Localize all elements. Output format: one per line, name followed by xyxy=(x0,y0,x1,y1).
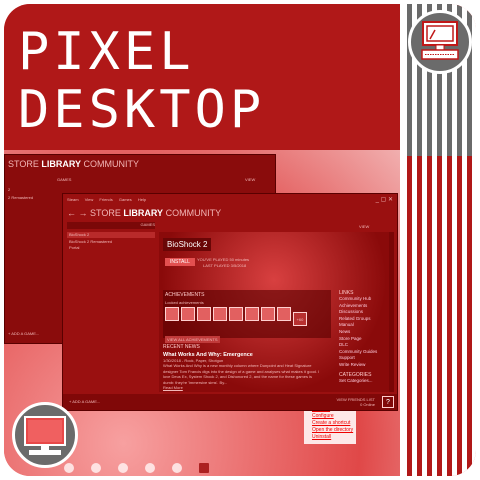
game-list-item[interactable]: BioShock 2 xyxy=(69,232,89,237)
view-label: VIEW xyxy=(245,177,256,182)
footer-bar: + ADD A GAME... VIEW FRIENDS LIST 0 Onli… xyxy=(63,394,397,410)
link-item[interactable]: Related Groups xyxy=(339,316,389,323)
view-all-achievements-button[interactable]: VIEW ALL ACHIEVEMENTS xyxy=(165,336,220,343)
main-nav: ← → STORE LIBRARY COMMUNITY xyxy=(67,208,221,218)
nav-library[interactable]: LIBRARY xyxy=(123,208,163,218)
link-item[interactable]: Discussions xyxy=(339,309,389,316)
link-item[interactable]: Community Hub xyxy=(339,296,389,303)
achievement-icon[interactable] xyxy=(165,307,179,321)
steam-window: Steam View Friends Games Help _ ▢ ✕ ← → … xyxy=(62,193,398,411)
menu-view[interactable]: View xyxy=(85,197,94,202)
achievement-icon[interactable] xyxy=(197,307,211,321)
office-icon[interactable] xyxy=(199,463,209,473)
title-line-2: DESKTOP xyxy=(18,80,266,140)
game-list-item[interactable]: BioShock 2 Remastered xyxy=(69,239,112,244)
install-button[interactable]: INSTALL xyxy=(165,258,195,266)
set-categories-link[interactable]: Set Categories... xyxy=(339,378,389,385)
game-list-item[interactable]: Portal xyxy=(69,245,79,250)
monitor-icon xyxy=(12,402,78,468)
games-filter[interactable]: GAMES xyxy=(141,222,155,227)
achievement-icon[interactable] xyxy=(245,307,259,321)
news-heading: RECENT NEWS xyxy=(163,344,200,350)
window-controls[interactable]: _ ▢ ✕ xyxy=(376,196,393,203)
nav-library[interactable]: LIBRARY xyxy=(41,159,81,169)
computer-icon xyxy=(408,10,472,74)
taskbar xyxy=(64,460,394,474)
link-item[interactable]: Support xyxy=(339,355,389,362)
back-nav: STORE LIBRARY COMMUNITY xyxy=(8,159,139,169)
read-more-link[interactable]: Read More xyxy=(163,385,323,390)
more-achievements[interactable]: +60 xyxy=(293,312,307,326)
search-input[interactable]: Search GAMES xyxy=(67,222,155,236)
game-title: BioShock 2 xyxy=(163,238,212,251)
add-game-button[interactable]: + ADD A GAME... xyxy=(8,331,39,336)
view-label: VIEW xyxy=(359,224,370,229)
achievement-icons: +60 xyxy=(163,305,331,328)
links-panel: LINKS Community Hub Achievements Discussio… xyxy=(339,290,389,384)
play-icon[interactable] xyxy=(145,463,155,473)
achievements-panel: ACHIEVEMENTS Locked achievements +60 VIE… xyxy=(163,290,331,343)
menu-help[interactable]: Help xyxy=(138,197,146,202)
menu-item-uninstall[interactable]: Uninstall xyxy=(304,434,353,441)
last-played: LAST PLAYED 3/5/2018 xyxy=(203,263,247,268)
link-item[interactable]: News xyxy=(339,329,389,336)
achievement-icon[interactable] xyxy=(213,307,227,321)
link-item[interactable]: Manual xyxy=(339,322,389,329)
news-body: What Works And Why is a new monthly colu… xyxy=(163,363,320,385)
list-item[interactable]: 2 Remastered xyxy=(8,195,33,200)
app-icon-frame: STORE LIBRARY COMMUNITY GAMES VIEW 2 2 R… xyxy=(4,4,476,476)
media-icon[interactable] xyxy=(172,463,182,473)
link-item[interactable]: Community Guides xyxy=(339,349,389,356)
menu-games[interactable]: Games xyxy=(119,197,132,202)
menu-bar: Steam View Friends Games Help xyxy=(67,197,146,202)
achievement-icon[interactable] xyxy=(261,307,275,321)
add-game-button[interactable]: + ADD A GAME... xyxy=(69,399,100,404)
folder-icon[interactable] xyxy=(118,463,128,473)
title-panel: PIXEL DESKTOP xyxy=(4,4,400,150)
menu-friends[interactable]: Friends xyxy=(99,197,112,202)
forward-arrow-icon[interactable]: → xyxy=(79,208,88,218)
list-item[interactable]: 2 xyxy=(8,187,10,192)
online-count: 0 Online xyxy=(360,402,375,407)
achievements-heading: ACHIEVEMENTS xyxy=(165,292,205,298)
nav-store[interactable]: STORE xyxy=(90,208,121,218)
played-time: YOU'VE PLAYED 50 minutes xyxy=(197,257,250,262)
link-item[interactable]: Store Page xyxy=(339,336,389,343)
achievement-icon[interactable] xyxy=(181,307,195,321)
menu-item-create-shortcut[interactable]: Create a shortcut xyxy=(304,420,353,427)
news-section: RECENT NEWS What Works And Why: Emergenc… xyxy=(163,344,323,390)
achievement-icon[interactable] xyxy=(277,307,291,321)
menu-item-open-directory[interactable]: Open the directory xyxy=(304,427,353,434)
menu-item-configure[interactable]: Configure xyxy=(304,413,353,420)
help-button[interactable]: ? xyxy=(382,396,394,408)
menu-steam[interactable]: Steam xyxy=(67,197,79,202)
nav-community[interactable]: COMMUNITY xyxy=(166,208,222,218)
nav-community[interactable]: COMMUNITY xyxy=(84,159,140,169)
link-item[interactable]: Write Review xyxy=(339,362,389,369)
title-line-1: PIXEL xyxy=(18,22,195,82)
scrollbar[interactable] xyxy=(389,232,394,392)
taskbar-icon[interactable] xyxy=(91,463,101,473)
back-arrow-icon[interactable]: ← xyxy=(67,208,76,218)
games-label: GAMES xyxy=(57,177,72,182)
nav-store[interactable]: STORE xyxy=(8,159,39,169)
link-item[interactable]: Achievements xyxy=(339,303,389,310)
link-item[interactable]: DLC xyxy=(339,342,389,349)
achievement-icon[interactable] xyxy=(229,307,243,321)
